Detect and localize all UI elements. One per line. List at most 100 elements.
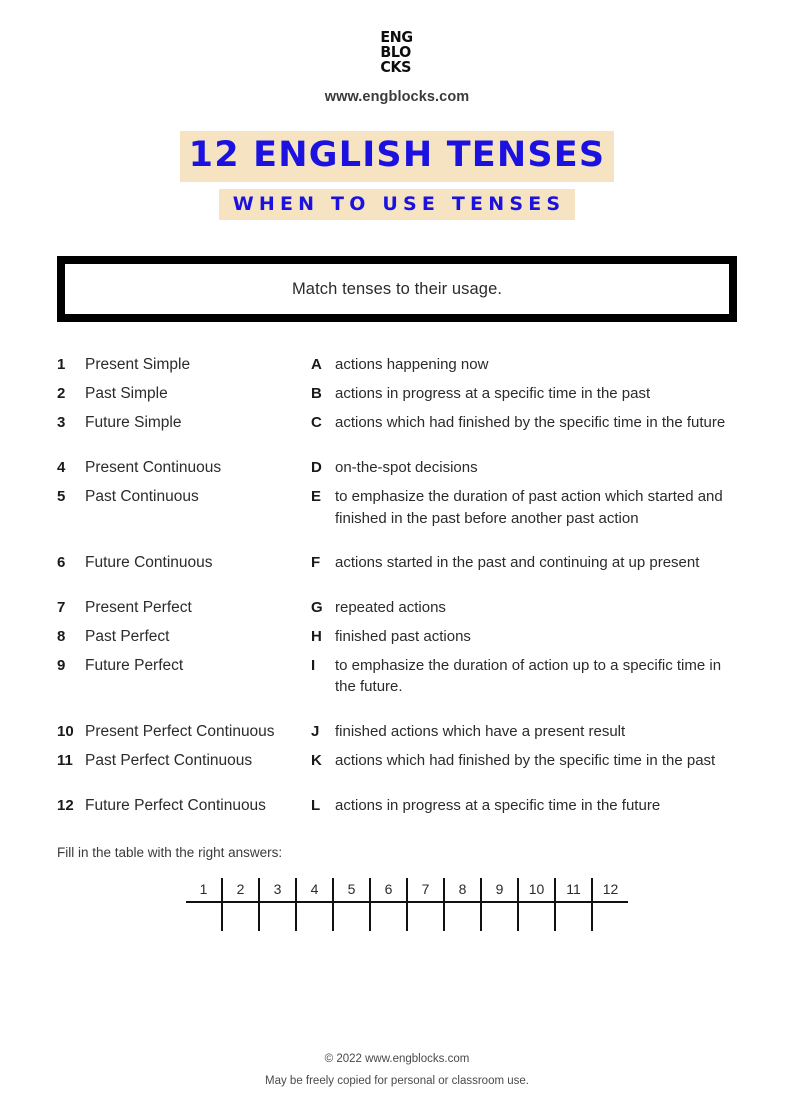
answer-cell[interactable] <box>221 901 259 931</box>
usage-letter: B <box>311 385 322 403</box>
answer-header-cell: 6 <box>369 877 407 903</box>
usage-letter: K <box>311 751 322 769</box>
usage-item-e[interactable]: E to emphasize the duration of past acti… <box>311 486 742 529</box>
usage-text: actions started in the past and continui… <box>335 554 700 572</box>
tense-item-12[interactable]: 12 Future Perfect Continuous <box>57 795 311 817</box>
tense-item-4[interactable]: 4 Present Continuous <box>57 457 311 479</box>
page-footer: © 2022 www.engblocks.com May be freely c… <box>0 1049 794 1092</box>
answer-header-cell: 9 <box>480 877 518 903</box>
usage-text: actions in progress at a specific time i… <box>335 385 651 403</box>
usage-item-i[interactable]: I to emphasize the duration of action up… <box>311 655 742 698</box>
match-row: 4 Present Continuous D on-the-spot decis… <box>57 457 742 479</box>
answer-cell[interactable] <box>186 902 222 931</box>
tense-item-9[interactable]: 9 Future Perfect <box>57 655 311 677</box>
usage-text: on-the-spot decisions <box>335 459 478 477</box>
answer-cell[interactable] <box>517 901 555 931</box>
usage-item-b[interactable]: B actions in progress at a specific time… <box>311 383 742 404</box>
answer-cell[interactable] <box>406 901 444 931</box>
answer-header-cell: 10 <box>517 877 555 903</box>
answer-cell[interactable] <box>295 901 333 931</box>
answer-cell[interactable] <box>591 901 628 931</box>
usage-item-g[interactable]: G repeated actions <box>311 597 742 618</box>
match-row: 9 Future Perfect I to emphasize the dura… <box>57 655 742 698</box>
tense-item-2[interactable]: 2 Past Simple <box>57 383 311 405</box>
page-subtitle: WHEN TO USE TENSES <box>218 188 576 221</box>
instruction-box: Match tenses to their usage. <box>57 256 737 323</box>
usage-item-l[interactable]: L actions in progress at a specific time… <box>311 795 742 816</box>
tense-label: Present Perfect Continuous <box>85 722 275 740</box>
tense-number: 10 <box>57 722 74 740</box>
answer-cell[interactable] <box>258 901 296 931</box>
tense-item-6[interactable]: 6 Future Continuous <box>57 552 311 574</box>
answer-table-container: 1 2 3 4 5 6 7 8 9 10 11 12 <box>0 877 794 931</box>
match-row: 1 Present Simple A actions happening now <box>57 354 742 376</box>
usage-text: to emphasize the duration of past action… <box>335 488 723 527</box>
tense-item-8[interactable]: 8 Past Perfect <box>57 626 311 648</box>
fill-in-label: Fill in the table with the right answers… <box>57 844 283 860</box>
usage-item-j[interactable]: J finished actions which have a present … <box>311 721 742 742</box>
answer-header-cell: 2 <box>221 877 259 903</box>
answer-cell[interactable] <box>369 901 407 931</box>
match-row: 6 Future Continuous F actions started in… <box>57 552 742 574</box>
answer-cell[interactable] <box>480 901 518 931</box>
tense-label: Past Perfect <box>85 628 170 646</box>
tense-item-3[interactable]: 3 Future Simple <box>57 412 311 434</box>
tense-label: Future Perfect <box>85 657 184 675</box>
tense-item-1[interactable]: 1 Present Simple <box>57 354 311 376</box>
tense-number: 5 <box>57 488 66 506</box>
tense-number: 6 <box>57 554 66 572</box>
tense-number: 4 <box>57 459 66 477</box>
tense-item-11[interactable]: 11 Past Perfect Continuous <box>57 750 311 772</box>
tense-label: Past Continuous <box>85 488 199 506</box>
answer-header-cell: 1 <box>186 877 222 903</box>
sub-title-container: WHEN TO USE TENSES <box>0 188 794 221</box>
tense-number: 3 <box>57 414 66 432</box>
tense-label: Future Simple <box>85 414 182 432</box>
answer-header-cell: 3 <box>258 877 296 903</box>
answer-table-header-row: 1 2 3 4 5 6 7 8 9 10 11 12 <box>186 877 628 903</box>
tense-item-10[interactable]: 10 Present Perfect Continuous <box>57 721 311 743</box>
usage-item-a[interactable]: A actions happening now <box>311 354 742 375</box>
answer-cell[interactable] <box>443 901 481 931</box>
tense-label: Present Simple <box>85 356 191 374</box>
usage-item-h[interactable]: H finished past actions <box>311 626 742 647</box>
answer-header-cell: 4 <box>295 877 333 903</box>
usage-letter: J <box>311 722 320 740</box>
usage-item-f[interactable]: F actions started in the past and contin… <box>311 552 742 573</box>
answer-cell[interactable] <box>554 901 592 931</box>
instruction-text: Match tenses to their usage. <box>291 279 503 298</box>
usage-letter: H <box>311 628 322 646</box>
matching-exercise: 1 Present Simple A actions happening now… <box>57 354 742 816</box>
tense-number: 1 <box>57 356 66 374</box>
usage-item-k[interactable]: K actions which had finished by the spec… <box>311 750 742 771</box>
tense-label: Present Perfect <box>85 599 192 617</box>
page-title: 12 ENGLISH TENSES <box>179 131 615 182</box>
tense-label: Future Continuous <box>85 554 213 572</box>
tense-item-7[interactable]: 7 Present Perfect <box>57 597 311 619</box>
answer-cell[interactable] <box>332 901 370 931</box>
worksheet-page: ENG BLO CKS www.engblocks.com 12 ENGLISH… <box>0 0 794 1120</box>
usage-text: finished past actions <box>335 628 471 646</box>
engblocks-logo: ENG BLO CKS <box>380 29 414 77</box>
answer-table: 1 2 3 4 5 6 7 8 9 10 11 12 <box>186 877 628 931</box>
usage-text: repeated actions <box>335 599 446 617</box>
answer-table-input-row <box>186 901 628 931</box>
usage-item-c[interactable]: C actions which had finished by the spec… <box>311 412 742 433</box>
usage-text: actions in progress at a specific time i… <box>335 796 661 814</box>
match-row: 8 Past Perfect H finished past actions <box>57 626 742 648</box>
usage-letter: E <box>311 488 322 506</box>
tense-item-5[interactable]: 5 Past Continuous <box>57 486 311 508</box>
usage-item-d[interactable]: D on-the-spot decisions <box>311 457 742 478</box>
usage-text: finished actions which have a present re… <box>335 722 626 740</box>
match-row: 12 Future Perfect Continuous L actions i… <box>57 795 742 817</box>
brand-header: ENG BLO CKS www.engblocks.com <box>0 0 794 105</box>
tense-number: 11 <box>57 751 73 769</box>
usage-text: to emphasize the duration of action up t… <box>335 657 722 696</box>
tense-label: Past Perfect Continuous <box>85 751 253 769</box>
tense-number: 9 <box>57 657 66 675</box>
usage-letter: C <box>311 414 322 432</box>
site-url: www.engblocks.com <box>324 89 470 106</box>
logo-line-3: CKS <box>380 58 412 77</box>
match-row: 2 Past Simple B actions in progress at a… <box>57 383 742 405</box>
usage-letter: F <box>311 554 321 572</box>
